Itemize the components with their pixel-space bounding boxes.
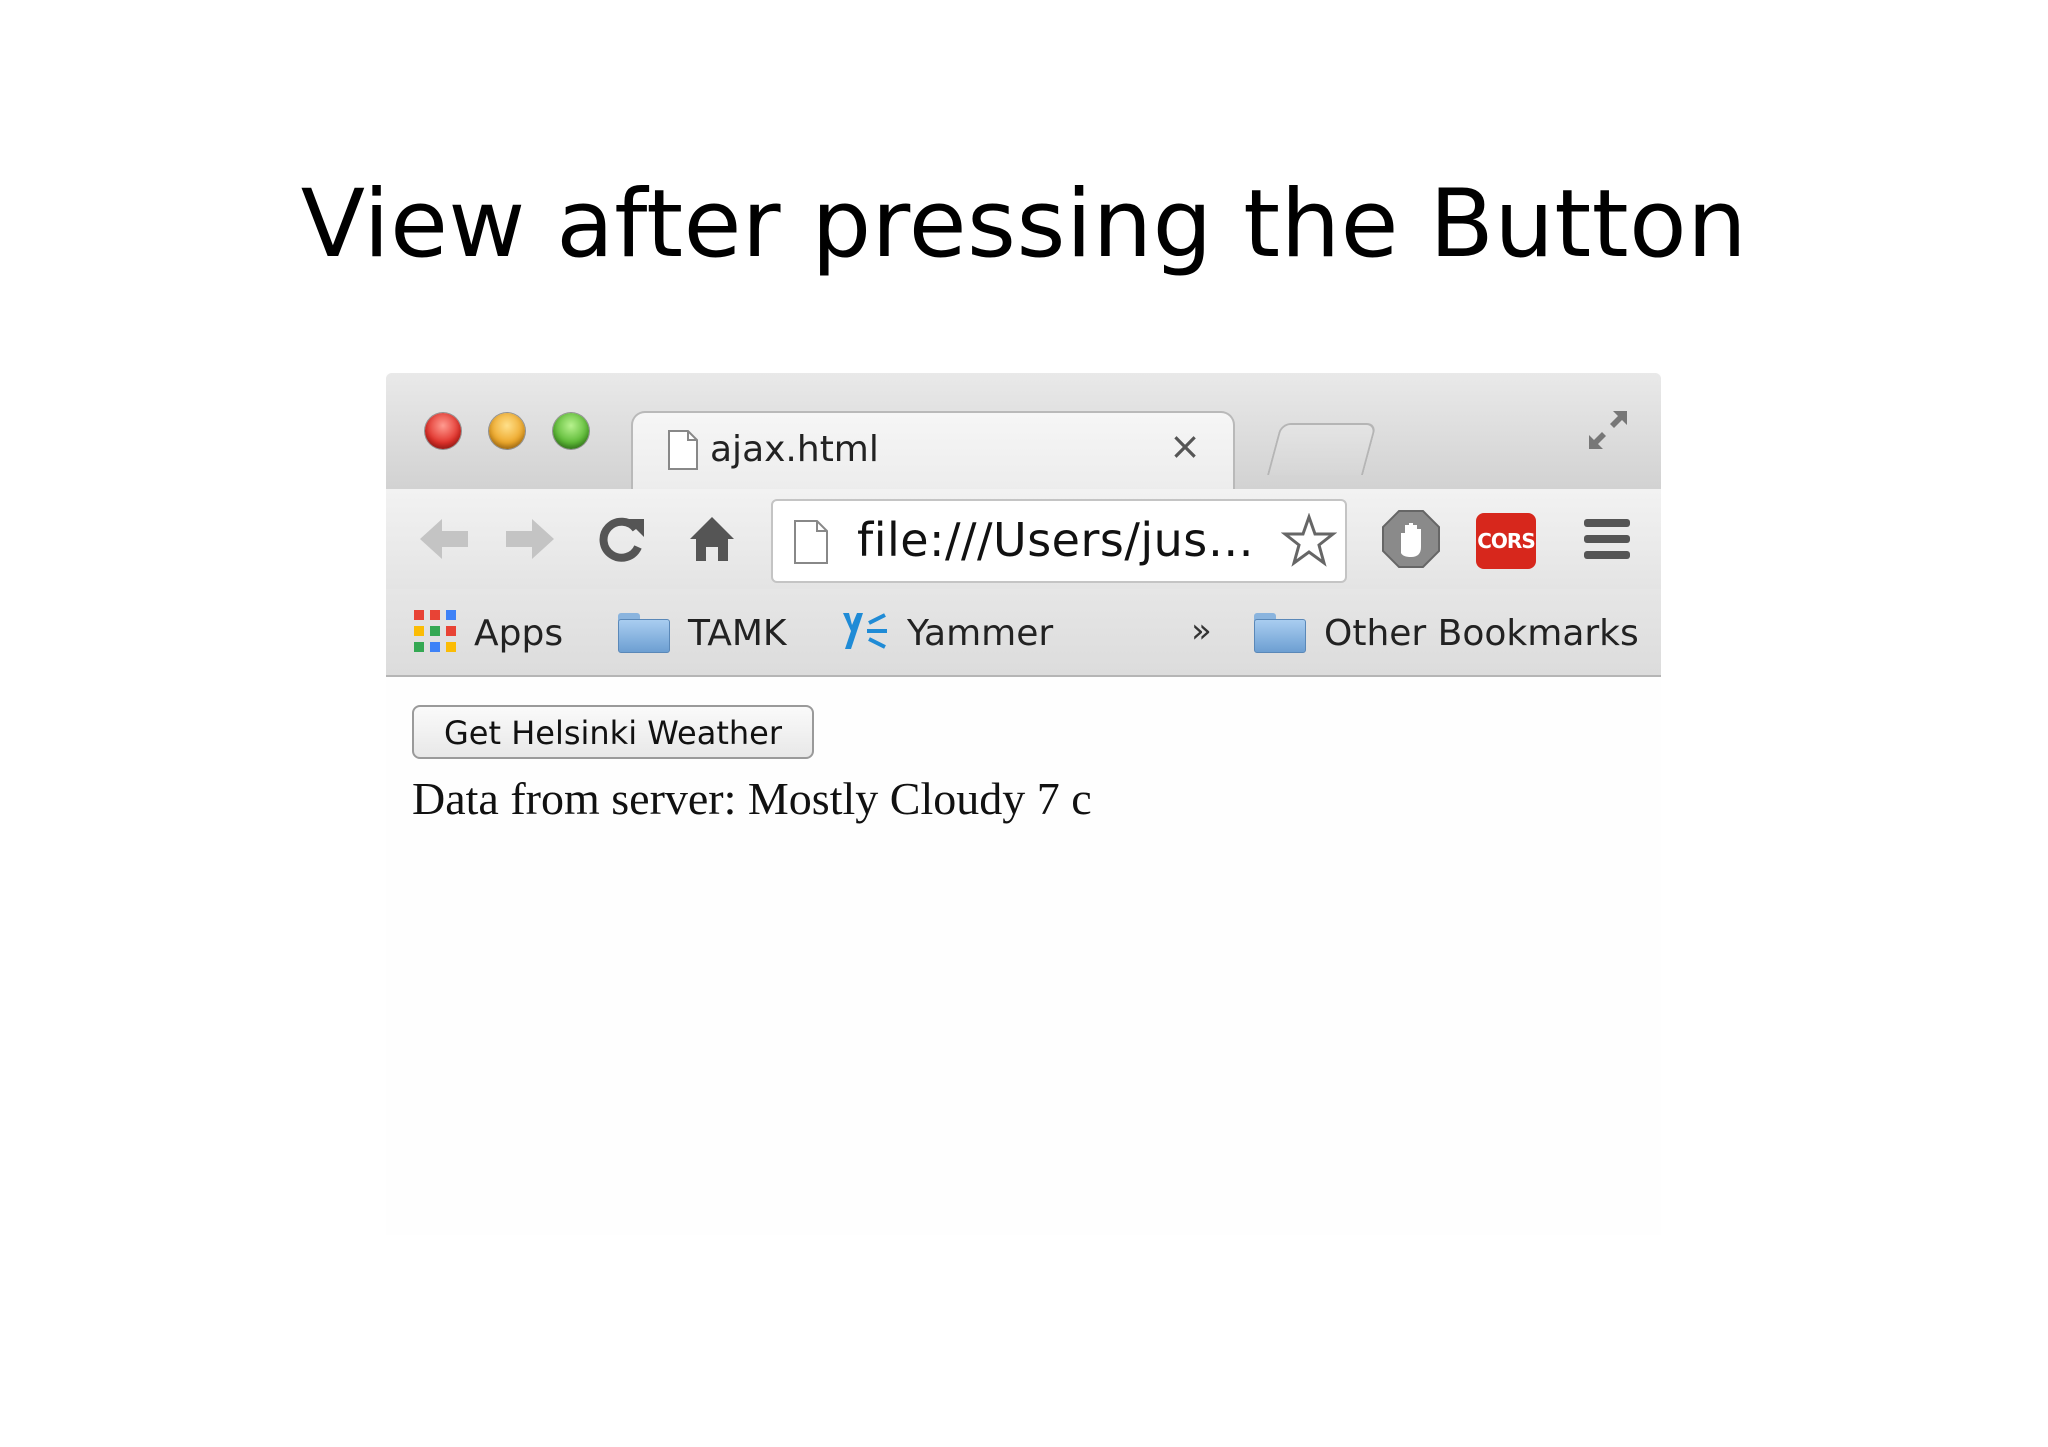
zoom-window-button[interactable]	[553, 413, 589, 449]
bookmark-star-icon[interactable]	[1280, 512, 1338, 573]
menu-icon[interactable]	[1582, 517, 1632, 565]
tab-close-icon[interactable]: ×	[1169, 427, 1201, 465]
tab-title: ajax.html	[710, 429, 879, 470]
minimize-window-button[interactable]	[489, 413, 525, 449]
reload-icon[interactable]	[596, 513, 648, 569]
folder-icon	[618, 613, 670, 653]
more-bookmarks-chevron-icon[interactable]: »	[1191, 611, 1212, 651]
cors-extension-button[interactable]: CORS	[1476, 513, 1536, 569]
browser-chrome: ajax.html × file:///Users/jus… CORS Apps…	[386, 373, 1661, 677]
apps-grid-icon	[414, 610, 456, 656]
bookmark-apps[interactable]: Apps	[414, 610, 564, 656]
tab-strip: ajax.html ×	[386, 373, 1661, 493]
bookmark-label: TAMK	[688, 612, 787, 654]
tab-ajax[interactable]: ajax.html ×	[631, 411, 1235, 493]
bookmarks-bar: Apps TAMK Yammer » Other Bookmarks	[386, 589, 1661, 675]
folder-icon	[1254, 613, 1306, 653]
document-icon	[667, 429, 699, 475]
slide-title: View after pressing the Button	[300, 170, 1748, 279]
home-icon[interactable]	[686, 513, 738, 569]
address-url[interactable]: file:///Users/jus…	[857, 513, 1254, 567]
other-bookmarks-label: Other Bookmarks	[1324, 612, 1639, 654]
bookmark-folder-tamk[interactable]: TAMK	[618, 611, 787, 655]
bookmark-other-folder[interactable]: Other Bookmarks	[1254, 611, 1639, 655]
page-content: Get Helsinki Weather Data from server: M…	[386, 677, 1661, 1235]
get-weather-button[interactable]: Get Helsinki Weather	[412, 705, 814, 759]
server-response-text: Data from server: Mostly Cloudy 7 c	[412, 773, 1092, 824]
address-bar[interactable]: file:///Users/jus…	[771, 499, 1347, 583]
toolbar: file:///Users/jus… CORS	[386, 489, 1661, 589]
close-window-button[interactable]	[425, 413, 461, 449]
new-tab-button[interactable]	[1267, 423, 1377, 475]
yammer-icon	[841, 609, 889, 657]
back-arrow-icon[interactable]	[416, 513, 472, 569]
bookmark-label: Yammer	[907, 612, 1054, 654]
forward-arrow-icon[interactable]	[502, 513, 558, 569]
bookmark-label: Apps	[474, 612, 564, 654]
bookmark-yammer[interactable]: Yammer	[841, 611, 1053, 655]
adblock-hand-icon[interactable]	[1379, 507, 1443, 575]
browser-window: ajax.html × file:///Users/jus… CORS Apps…	[386, 373, 1661, 1235]
fullscreen-icon[interactable]	[1583, 405, 1633, 459]
page-icon	[793, 519, 829, 569]
